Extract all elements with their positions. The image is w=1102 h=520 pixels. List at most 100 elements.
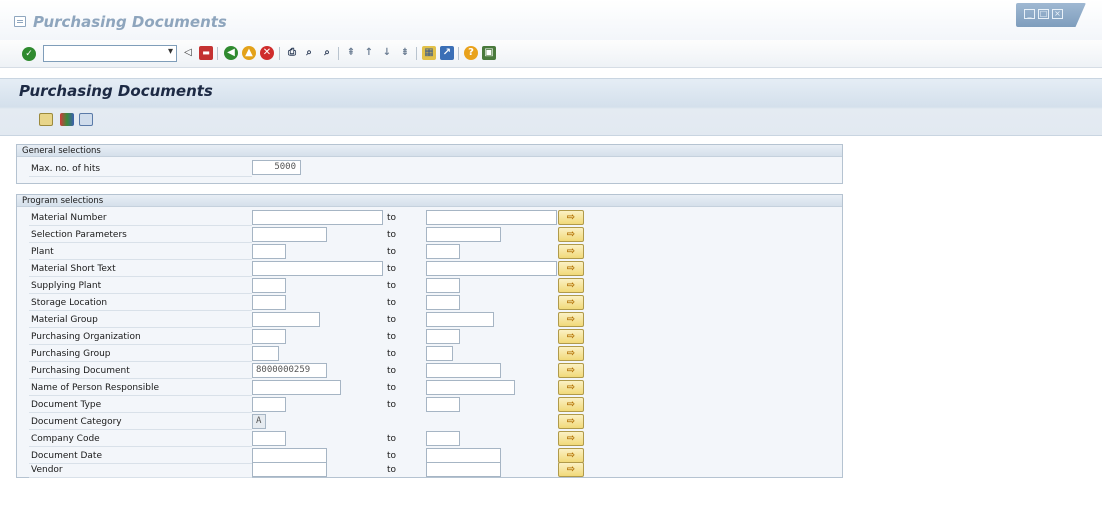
- next-page-icon[interactable]: ↓: [380, 46, 394, 60]
- purchasing-group-low[interactable]: [252, 346, 279, 361]
- material-group-low[interactable]: [252, 312, 320, 327]
- minimize-icon[interactable]: _: [1024, 9, 1035, 19]
- person-responsible-low[interactable]: [252, 380, 341, 395]
- print-icon[interactable]: ⎙: [285, 46, 299, 60]
- get-variant-icon[interactable]: [60, 113, 74, 126]
- multiple-selection-button[interactable]: ⇨: [558, 462, 584, 477]
- document-date-high[interactable]: [426, 448, 501, 463]
- multiple-selection-button[interactable]: ⇨: [558, 431, 584, 446]
- storage-location-low[interactable]: [252, 295, 286, 310]
- plant-high[interactable]: [426, 244, 460, 259]
- last-page-icon[interactable]: ⇟: [398, 46, 412, 60]
- multiple-selection-button[interactable]: ⇨: [558, 227, 584, 242]
- document-category-input[interactable]: A: [252, 414, 266, 429]
- to-label: to: [387, 465, 397, 475]
- purchasing-group-high[interactable]: [426, 346, 453, 361]
- vendor-low[interactable]: [252, 462, 327, 477]
- material-number-high[interactable]: [426, 210, 557, 225]
- supplying-plant-label: Supplying Plant: [31, 281, 102, 291]
- group-title: Program selections: [17, 195, 842, 207]
- shortcut-icon[interactable]: ↗: [440, 46, 454, 60]
- selection-parameters-label: Selection Parameters: [31, 230, 127, 240]
- multiple-selection-button[interactable]: ⇨: [558, 397, 584, 412]
- multiple-selection-button[interactable]: ⇨: [558, 210, 584, 225]
- command-field[interactable]: [43, 45, 177, 62]
- purchasing-document-label: Purchasing Document: [31, 366, 130, 376]
- to-label: to: [387, 213, 397, 223]
- person-responsible-label: Name of Person Responsible: [31, 383, 159, 393]
- vendor-label: Vendor: [31, 465, 63, 475]
- multiple-selection-button[interactable]: ⇨: [558, 278, 584, 293]
- save-icon[interactable]: ▬: [199, 46, 213, 60]
- vendor-high[interactable]: [426, 462, 501, 477]
- general-selections-group: General selections: [16, 144, 843, 184]
- selection-parameters-low[interactable]: [252, 227, 327, 242]
- max-hits-input[interactable]: 5000: [252, 160, 301, 175]
- material-group-label: Material Group: [31, 315, 98, 325]
- max-hits-label: Max. no. of hits: [31, 164, 101, 174]
- find-icon[interactable]: ⌕: [302, 46, 316, 60]
- purchasing-document-low[interactable]: 8000000259: [252, 363, 327, 378]
- document-type-high[interactable]: [426, 397, 460, 412]
- document-type-low[interactable]: [252, 397, 286, 412]
- to-label: to: [387, 264, 397, 274]
- page-title: Purchasing Documents: [19, 82, 213, 100]
- plant-low[interactable]: [252, 244, 286, 259]
- to-label: to: [387, 400, 397, 410]
- help-icon[interactable]: ?: [464, 46, 478, 60]
- multiple-selection-button[interactable]: ⇨: [558, 448, 584, 463]
- find-next-icon[interactable]: ⌕: [320, 46, 334, 60]
- multiple-selection-button[interactable]: ⇨: [558, 261, 584, 276]
- to-label: to: [387, 451, 397, 461]
- back-icon[interactable]: ◁: [181, 46, 195, 60]
- material-short-text-label: Material Short Text: [31, 264, 116, 274]
- purchasing-organization-high[interactable]: [426, 329, 460, 344]
- multiple-selection-button[interactable]: ⇨: [558, 414, 584, 429]
- material-group-high[interactable]: [426, 312, 494, 327]
- selection-options-icon[interactable]: [79, 113, 93, 126]
- material-short-text-high[interactable]: [426, 261, 557, 276]
- document-type-label: Document Type: [31, 400, 102, 410]
- supplying-plant-low[interactable]: [252, 278, 286, 293]
- purchasing-document-high[interactable]: [426, 363, 501, 378]
- multiple-selection-button[interactable]: ⇨: [558, 244, 584, 259]
- document-category-label: Document Category: [31, 417, 122, 427]
- cancel-icon[interactable]: ✕: [260, 46, 274, 60]
- material-number-low[interactable]: [252, 210, 383, 225]
- person-responsible-high[interactable]: [426, 380, 515, 395]
- title-bar: Purchasing Documents _ □ ×: [0, 0, 1102, 40]
- plant-label: Plant: [31, 247, 54, 257]
- purchasing-organization-low[interactable]: [252, 329, 286, 344]
- multiple-selection-button[interactable]: ⇨: [558, 380, 584, 395]
- close-icon[interactable]: ×: [1052, 9, 1063, 19]
- previous-page-icon[interactable]: ↑: [362, 46, 376, 60]
- material-short-text-low[interactable]: [252, 261, 383, 276]
- back-nav-icon[interactable]: ◀: [224, 46, 238, 60]
- multiple-selection-button[interactable]: ⇨: [558, 329, 584, 344]
- customize-layout-icon[interactable]: ▣: [482, 46, 496, 60]
- to-label: to: [387, 281, 397, 291]
- multiple-selection-button[interactable]: ⇨: [558, 312, 584, 327]
- storage-location-high[interactable]: [426, 295, 460, 310]
- to-label: to: [387, 383, 397, 393]
- to-label: to: [387, 230, 397, 240]
- exit-icon[interactable]: ▲: [242, 46, 256, 60]
- company-code-high[interactable]: [426, 431, 460, 446]
- enter-icon[interactable]: ✓: [22, 47, 36, 61]
- supplying-plant-high[interactable]: [426, 278, 460, 293]
- maximize-icon[interactable]: □: [1038, 9, 1049, 19]
- to-label: to: [387, 315, 397, 325]
- execute-icon[interactable]: [39, 113, 53, 126]
- create-session-icon[interactable]: ▦: [422, 46, 436, 60]
- material-number-label: Material Number: [31, 213, 107, 223]
- multiple-selection-button[interactable]: ⇨: [558, 363, 584, 378]
- document-date-low[interactable]: [252, 448, 327, 463]
- selection-parameters-high[interactable]: [426, 227, 501, 242]
- system-toolbar: ✓ ◁ ▬ ◀ ▲ ✕ ⎙ ⌕ ⌕ ⇞ ↑ ↓ ⇟ ▦ ↗ ? ▣: [0, 40, 1102, 68]
- company-code-low[interactable]: [252, 431, 286, 446]
- multiple-selection-button[interactable]: ⇨: [558, 346, 584, 361]
- first-page-icon[interactable]: ⇞: [344, 46, 358, 60]
- multiple-selection-button[interactable]: ⇨: [558, 295, 584, 310]
- menu-icon[interactable]: [14, 16, 26, 27]
- to-label: to: [387, 434, 397, 444]
